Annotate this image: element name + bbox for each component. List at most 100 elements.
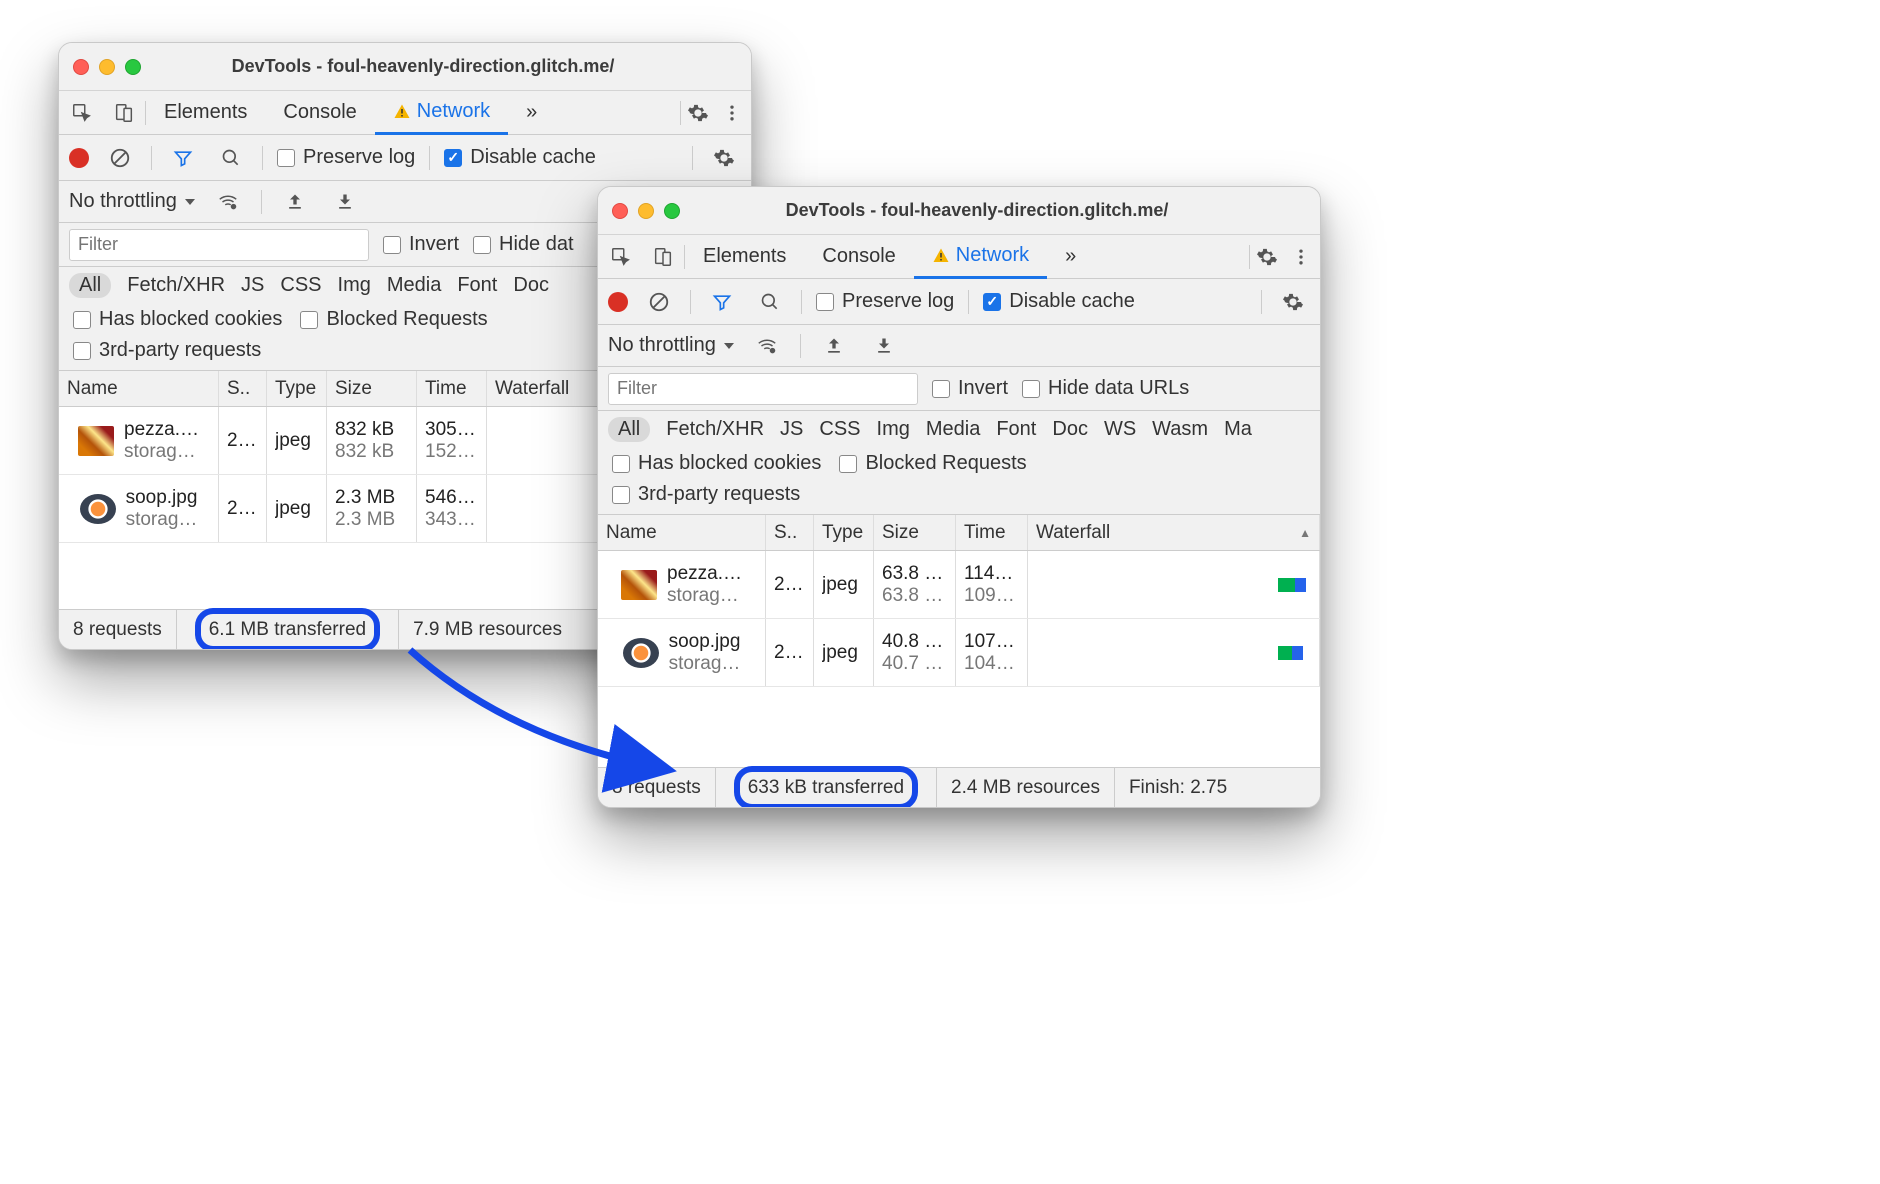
- cell-type: jpeg: [267, 475, 327, 542]
- col-time[interactable]: Time: [956, 515, 1028, 550]
- invert-checkbox[interactable]: Invert: [932, 377, 1008, 400]
- table-row[interactable]: pezza.… storag… 2… jpeg 63.8 …63.8 … 114…: [598, 551, 1320, 619]
- device-toggle-icon[interactable]: [103, 102, 145, 124]
- titlebar: DevTools - foul-heavenly-direction.glitc…: [598, 187, 1320, 235]
- filter-all[interactable]: All: [608, 417, 650, 442]
- invert-label: Invert: [958, 377, 1008, 400]
- filter-img[interactable]: Img: [338, 274, 371, 297]
- clear-icon[interactable]: [642, 285, 676, 319]
- col-name[interactable]: Name: [59, 371, 219, 406]
- throttling-dropdown[interactable]: No throttling: [69, 190, 195, 213]
- filter-font[interactable]: Font: [996, 418, 1036, 441]
- filter-input[interactable]: [608, 373, 918, 405]
- col-name[interactable]: Name: [598, 515, 766, 550]
- download-icon[interactable]: [328, 185, 362, 219]
- hide-data-urls-checkbox[interactable]: Hide dat: [473, 233, 574, 256]
- record-button[interactable]: [69, 148, 89, 168]
- filter-fetch-xhr[interactable]: Fetch/XHR: [666, 418, 764, 441]
- wifi-settings-icon[interactable]: [750, 329, 784, 363]
- filter-doc[interactable]: Doc: [513, 274, 549, 297]
- cell-size: 40.8 …40.7 …: [874, 619, 956, 686]
- zoom-button[interactable]: [125, 59, 141, 75]
- zoom-button[interactable]: [664, 203, 680, 219]
- tab-elements[interactable]: Elements: [685, 235, 804, 278]
- filter-icon[interactable]: [166, 141, 200, 175]
- tab-more[interactable]: »: [1047, 235, 1094, 278]
- col-type[interactable]: Type: [267, 371, 327, 406]
- col-type[interactable]: Type: [814, 515, 874, 550]
- filter-ws[interactable]: WS: [1104, 418, 1136, 441]
- tab-network[interactable]: Network: [914, 236, 1047, 279]
- search-icon[interactable]: [753, 285, 787, 319]
- record-button[interactable]: [608, 292, 628, 312]
- col-size[interactable]: Size: [327, 371, 417, 406]
- filter-img[interactable]: Img: [877, 418, 910, 441]
- chevron-down-icon: [724, 343, 734, 349]
- blocked-cookies-checkbox[interactable]: Has blocked cookies: [73, 308, 282, 331]
- minimize-button[interactable]: [638, 203, 654, 219]
- filter-input[interactable]: [69, 229, 369, 261]
- filter-font[interactable]: Font: [457, 274, 497, 297]
- close-button[interactable]: [73, 59, 89, 75]
- tab-network[interactable]: Network: [375, 92, 508, 135]
- cell-time: 305…152…: [417, 407, 487, 474]
- devtools-window-after: DevTools - foul-heavenly-direction.glitc…: [597, 186, 1321, 808]
- download-icon[interactable]: [867, 329, 901, 363]
- settings-gear-icon[interactable]: [681, 96, 715, 130]
- filter-doc[interactable]: Doc: [1052, 418, 1088, 441]
- filter-manifest[interactable]: Ma: [1224, 418, 1252, 441]
- third-party-checkbox[interactable]: 3rd-party requests: [612, 483, 800, 506]
- upload-icon[interactable]: [278, 185, 312, 219]
- filter-css[interactable]: CSS: [280, 274, 321, 297]
- table-row[interactable]: soop.jpg storag… 2… jpeg 40.8 …40.7 … 10…: [598, 619, 1320, 687]
- device-toggle-icon[interactable]: [642, 246, 684, 268]
- tab-elements[interactable]: Elements: [146, 91, 265, 134]
- filter-media[interactable]: Media: [926, 418, 980, 441]
- col-status[interactable]: S..: [766, 515, 814, 550]
- tab-console[interactable]: Console: [804, 235, 913, 278]
- blocked-requests-checkbox[interactable]: Blocked Requests: [300, 308, 487, 331]
- filter-css[interactable]: CSS: [819, 418, 860, 441]
- status-finish: Finish: 2.75: [1115, 768, 1241, 807]
- col-status[interactable]: S..: [219, 371, 267, 406]
- cell-waterfall: [1028, 619, 1320, 686]
- tab-console[interactable]: Console: [265, 91, 374, 134]
- network-settings-gear-icon[interactable]: [1276, 285, 1310, 319]
- blocked-requests-label: Blocked Requests: [326, 308, 487, 331]
- inspect-element-icon[interactable]: [600, 246, 642, 268]
- disable-cache-checkbox[interactable]: Disable cache: [444, 146, 596, 169]
- filter-js[interactable]: JS: [780, 418, 803, 441]
- preserve-log-checkbox[interactable]: Preserve log: [816, 290, 954, 313]
- filter-all[interactable]: All: [69, 273, 111, 298]
- col-time[interactable]: Time: [417, 371, 487, 406]
- minimize-button[interactable]: [99, 59, 115, 75]
- filter-js[interactable]: JS: [241, 274, 264, 297]
- status-transferred: 633 kB transferred: [716, 768, 937, 807]
- options-row-1: Has blocked cookies Blocked Requests: [598, 448, 1320, 479]
- network-settings-gear-icon[interactable]: [707, 141, 741, 175]
- filter-media[interactable]: Media: [387, 274, 441, 297]
- kebab-menu-icon[interactable]: [1284, 240, 1318, 274]
- clear-icon[interactable]: [103, 141, 137, 175]
- kebab-menu-icon[interactable]: [715, 96, 749, 130]
- blocked-cookies-checkbox[interactable]: Has blocked cookies: [612, 452, 821, 475]
- col-waterfall[interactable]: Waterfall: [1028, 515, 1320, 550]
- third-party-checkbox[interactable]: 3rd-party requests: [73, 339, 261, 362]
- invert-checkbox[interactable]: Invert: [383, 233, 459, 256]
- blocked-requests-checkbox[interactable]: Blocked Requests: [839, 452, 1026, 475]
- filter-icon[interactable]: [705, 285, 739, 319]
- filter-fetch-xhr[interactable]: Fetch/XHR: [127, 274, 225, 297]
- search-icon[interactable]: [214, 141, 248, 175]
- disable-cache-checkbox[interactable]: Disable cache: [983, 290, 1135, 313]
- close-button[interactable]: [612, 203, 628, 219]
- filter-wasm[interactable]: Wasm: [1152, 418, 1208, 441]
- hide-data-urls-checkbox[interactable]: Hide data URLs: [1022, 377, 1189, 400]
- inspect-element-icon[interactable]: [61, 102, 103, 124]
- preserve-log-checkbox[interactable]: Preserve log: [277, 146, 415, 169]
- col-size[interactable]: Size: [874, 515, 956, 550]
- wifi-settings-icon[interactable]: [211, 185, 245, 219]
- upload-icon[interactable]: [817, 329, 851, 363]
- throttling-dropdown[interactable]: No throttling: [608, 334, 734, 357]
- tab-more[interactable]: »: [508, 91, 555, 134]
- settings-gear-icon[interactable]: [1250, 240, 1284, 274]
